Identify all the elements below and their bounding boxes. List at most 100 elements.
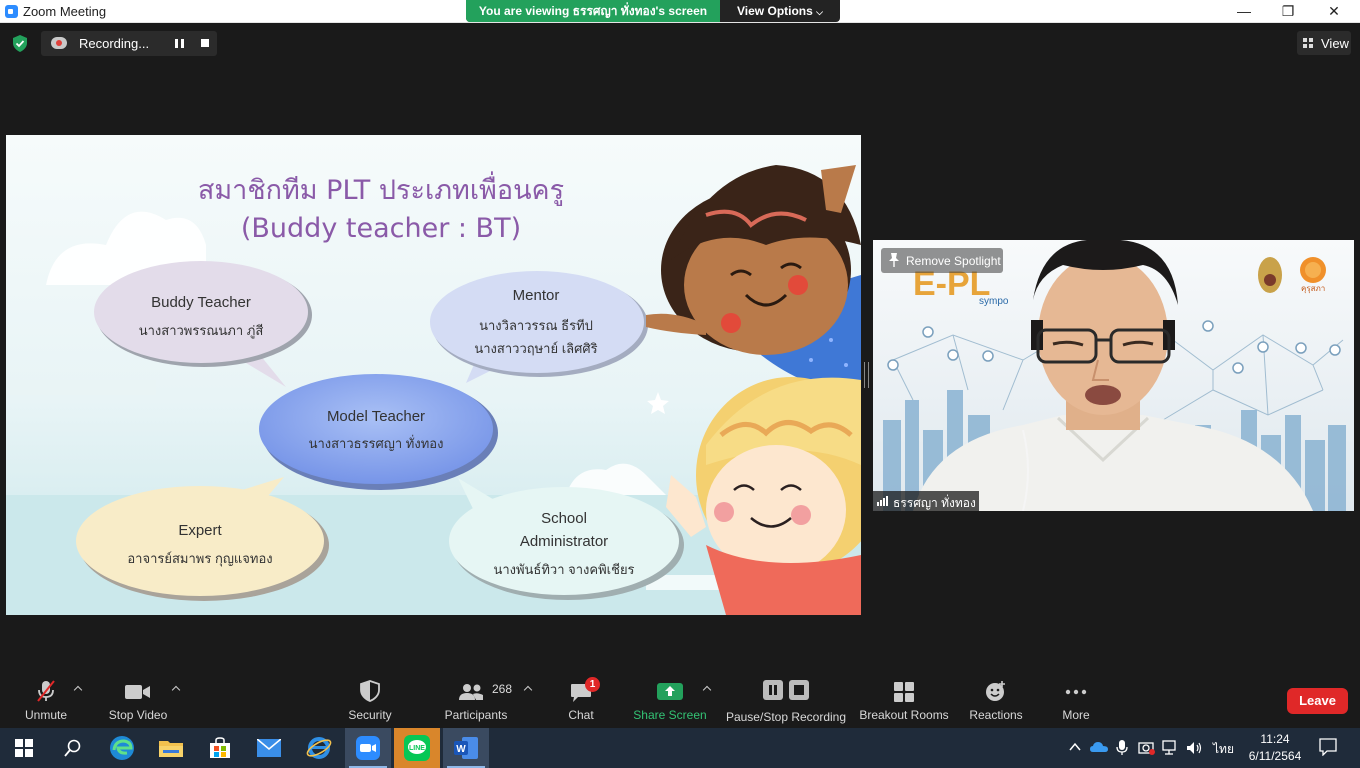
participants-button[interactable]: 268 Participants [440,671,512,727]
cloud-record-icon [51,37,67,49]
breakout-rooms-label: Breakout Rooms [859,708,949,722]
start-button[interactable] [0,728,46,768]
speaker-video: E-PL sympo คุรุสภา Remove Spotlight ธรรศ… [873,240,1354,511]
expert-role: Expert [178,522,222,539]
onedrive-cloud-icon[interactable] [1090,740,1108,756]
zoom-meeting-window: Zoom Meeting — ❐ ✕ You are viewing ธรรศญ… [0,0,1360,768]
show-hidden-icons-chevron-icon[interactable] [1068,740,1084,756]
window-title: Zoom Meeting [23,4,107,19]
audio-options-caret[interactable] [74,684,84,692]
taskbar-clock[interactable]: 11:24 6/11/2564 [1245,731,1305,765]
expert-name: อาจารย์สมาพร กุญแจทอง [127,551,273,566]
reactions-smiley-icon [986,681,1005,701]
stop-recording-icon[interactable] [201,39,209,47]
participants-options-caret[interactable] [524,684,534,692]
chevron-down-icon: ⌵ [816,7,823,17]
search-icon [64,739,81,757]
chat-button[interactable]: 1 Chat [556,671,606,727]
clock-date: 6/11/2564 [1248,749,1302,763]
share-screen-icon [657,683,683,700]
buddy-teacher-role: Buddy Teacher [151,294,251,311]
camera-tray-icon[interactable] [1138,740,1155,756]
stop-video-button[interactable]: Stop Video [104,671,172,727]
participants-count: 268 [492,682,513,696]
breakout-rooms-icon [894,682,914,702]
slide-title-line2: (Buddy teacher : BT) [240,213,522,244]
windows-taskbar: LINE W ไทย 11:24 6/11/2564 [0,728,1360,768]
unmute-label: Unmute [24,708,68,722]
line-app-label: LINE [409,745,425,752]
taskbar-mail[interactable] [246,728,292,768]
admin-name: นางพันธ์ทิวา จางคพิเชียร [493,562,635,577]
leave-button[interactable]: Leave [1287,688,1348,714]
video-options-caret[interactable] [172,684,182,692]
security-button[interactable]: Security [340,671,400,727]
windows-logo-icon [15,739,33,757]
share-screen-button[interactable]: Share Screen [632,671,708,727]
security-shield-icon [360,680,380,702]
taskbar-internet-explorer[interactable] [296,728,342,768]
screen-share-banner: You are viewing ธรรศญา ทั่งทอง's screen … [466,0,840,22]
pause-stop-recording-label: Pause/Stop Recording [725,710,847,724]
chat-unread-badge: 1 [585,677,600,692]
participants-label: Participants [444,708,508,722]
mentor-name-1: นางวิลาวรรณ ธีรทีป [479,318,593,333]
buddy-teacher-name: นางสาวพรรณนภา ภู่สี [138,323,264,338]
clock-time: 11:24 [1260,732,1290,746]
notifications-icon[interactable] [1319,738,1337,757]
zoom-app-icon [356,736,380,760]
taskbar-line[interactable]: LINE [394,728,440,768]
maximize-button[interactable]: ❐ [1268,2,1308,20]
volume-tray-icon[interactable] [1186,740,1202,756]
recording-label: Recording... [79,36,150,51]
folder-icon [159,741,183,757]
word-app-icon: W [454,737,478,759]
more-button[interactable]: More [1050,671,1102,727]
network-tray-icon[interactable] [1162,740,1178,756]
recording-indicator: Recording... [41,31,217,56]
share-screen-label: Share Screen [633,708,707,722]
admin-role-line2: Administrator [519,533,609,550]
view-button[interactable]: View [1297,31,1351,55]
security-label: Security [348,708,392,722]
taskbar-edge[interactable] [99,728,145,768]
taskbar-zoom[interactable] [345,728,391,768]
taskbar-word[interactable]: W [443,728,489,768]
mentor-role: Mentor [512,287,560,304]
view-label: View [1321,36,1349,51]
encryption-shield-icon[interactable] [12,35,28,52]
edge-browser-icon [110,736,134,760]
share-options-caret[interactable] [703,684,713,692]
view-options-button[interactable]: View Options ⌵ [720,0,840,22]
close-button[interactable]: ✕ [1314,2,1354,20]
reactions-button[interactable]: Reactions [964,671,1028,727]
pause-stop-recording-icon [763,680,809,700]
video-camera-icon [125,685,150,699]
chat-label: Chat [568,708,594,722]
search-button[interactable] [49,728,95,768]
view-options-label: View Options [737,4,813,18]
word-app-label: W [456,744,466,755]
pause-recording-icon[interactable] [175,39,184,48]
participant-name-tag: ธรรศญา ทั่งทอง [873,491,979,511]
more-label: More [1062,708,1090,722]
muted-microphone-icon [37,680,55,702]
remove-spotlight-button[interactable]: Remove Spotlight [881,248,1003,273]
pin-icon [889,253,899,267]
taskbar-file-explorer[interactable] [148,728,194,768]
meeting-toolbar: Unmute Stop Video Security 268 Participa… [0,671,1360,727]
breakout-rooms-button[interactable]: Breakout Rooms [858,671,950,727]
microphone-tray-icon[interactable] [1116,740,1132,756]
minimize-button[interactable]: — [1224,2,1264,20]
viewing-label: You are viewing ธรรศญา ทั่งทอง's screen [466,0,720,22]
unmute-button[interactable]: Unmute [16,671,76,727]
pause-stop-recording-button[interactable]: Pause/Stop Recording [724,671,848,727]
taskbar-store[interactable] [197,728,243,768]
signal-strength-icon [877,496,889,506]
input-language-indicator[interactable]: ไทย [1213,740,1234,759]
org-logo-text: คุรุสภา [1301,284,1325,293]
participants-icon [459,684,483,700]
panel-resize-handle[interactable] [864,362,869,388]
grid-view-icon [1303,38,1314,48]
reactions-label: Reactions [969,708,1023,722]
